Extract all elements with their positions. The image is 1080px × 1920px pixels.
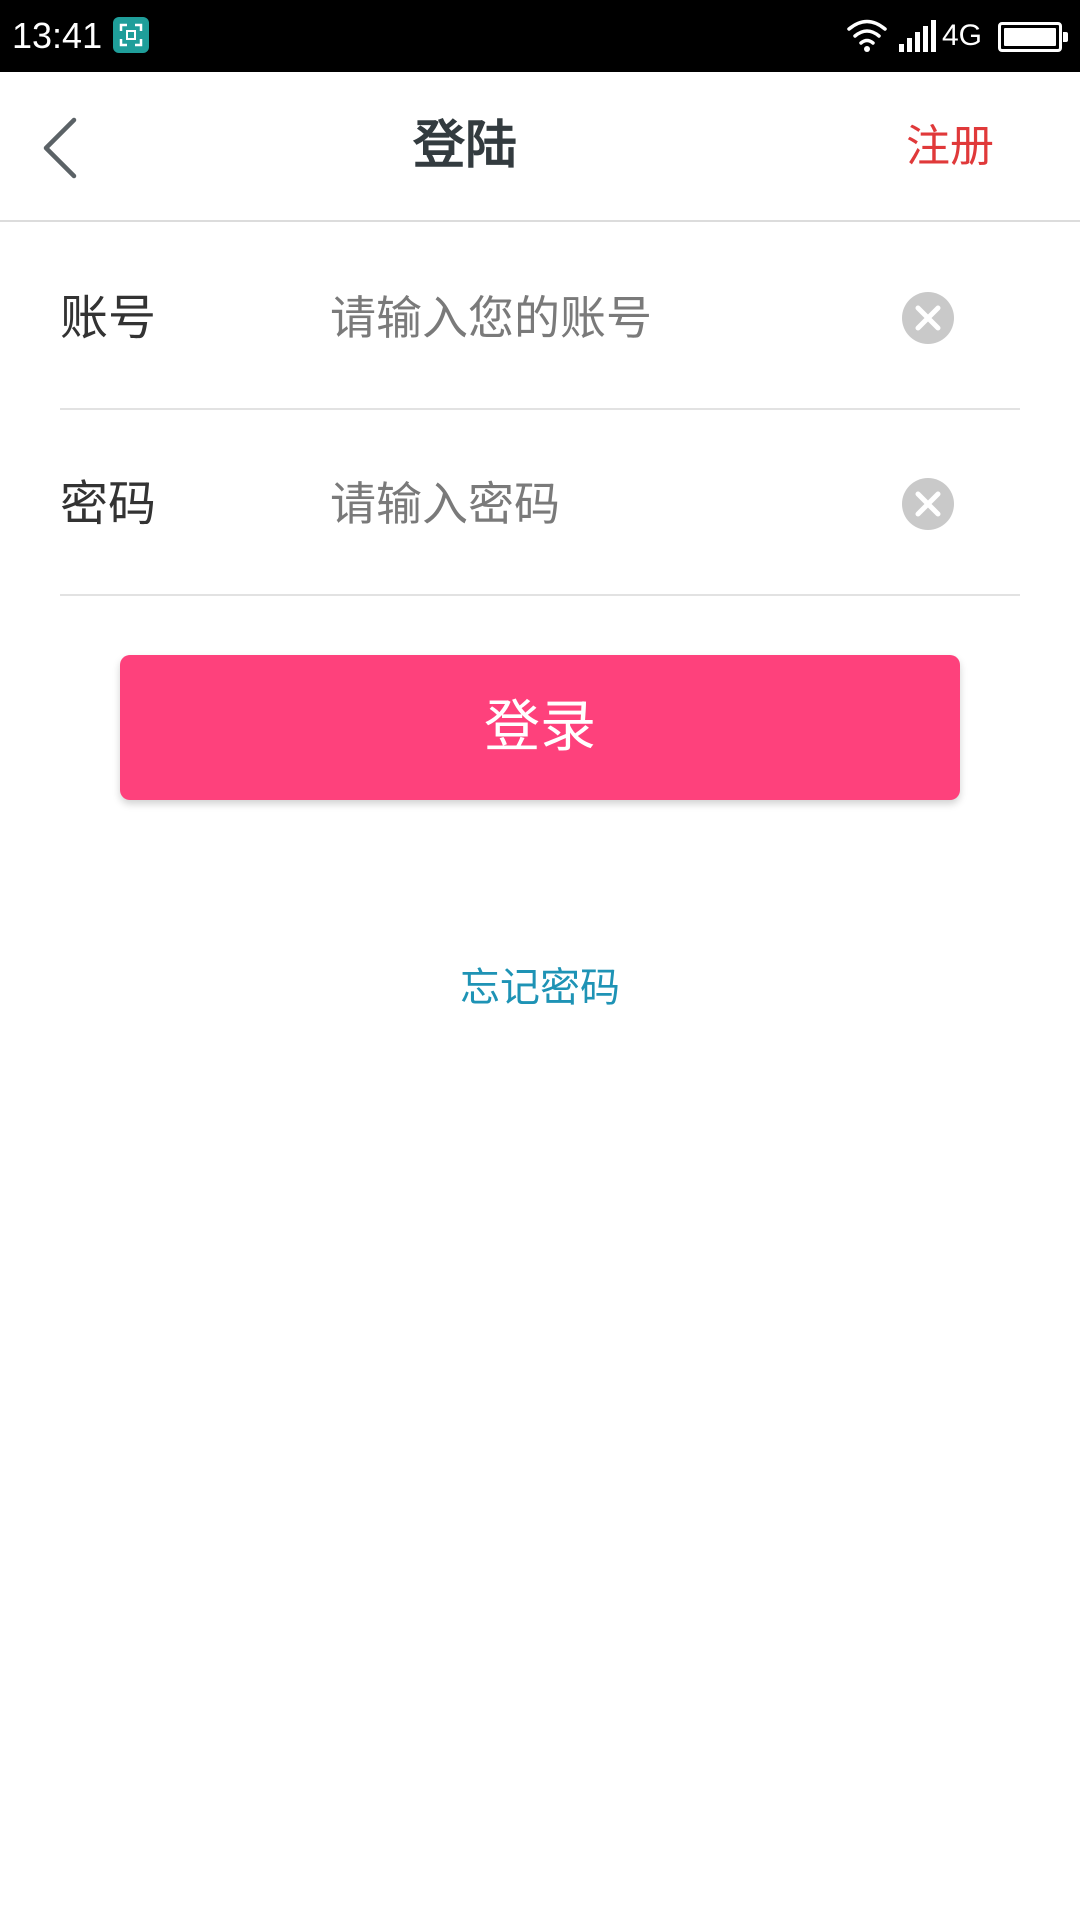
screenshot-app-icon	[113, 17, 149, 53]
password-label: 密码	[60, 476, 157, 532]
account-clear-button[interactable]	[900, 290, 956, 346]
page-title: 登陆	[412, 116, 517, 176]
chevron-left-icon	[43, 117, 77, 179]
account-row: 账号	[60, 224, 1020, 410]
status-time: 13:41	[12, 15, 103, 56]
nav-bar: 登陆 注册	[0, 72, 1080, 222]
account-input[interactable]	[330, 278, 890, 358]
account-label: 账号	[60, 290, 157, 346]
clear-circle-icon	[902, 478, 954, 530]
signal-icon	[898, 20, 938, 56]
battery-icon	[998, 22, 1068, 52]
password-clear-button[interactable]	[900, 476, 956, 532]
back-button[interactable]	[20, 100, 110, 190]
forgot-password-link[interactable]: 忘记密码	[440, 960, 640, 1016]
password-row: 密码	[60, 410, 1020, 596]
clear-circle-icon	[902, 292, 954, 344]
network-type: 4G	[942, 19, 983, 52]
login-button[interactable]: 登录	[120, 655, 960, 800]
status-bar: 13:41 4G	[0, 0, 1080, 72]
register-button[interactable]: 注册	[890, 117, 1010, 177]
password-input[interactable]	[330, 464, 890, 544]
wifi-icon	[846, 18, 888, 56]
battery-level	[1004, 28, 1056, 46]
